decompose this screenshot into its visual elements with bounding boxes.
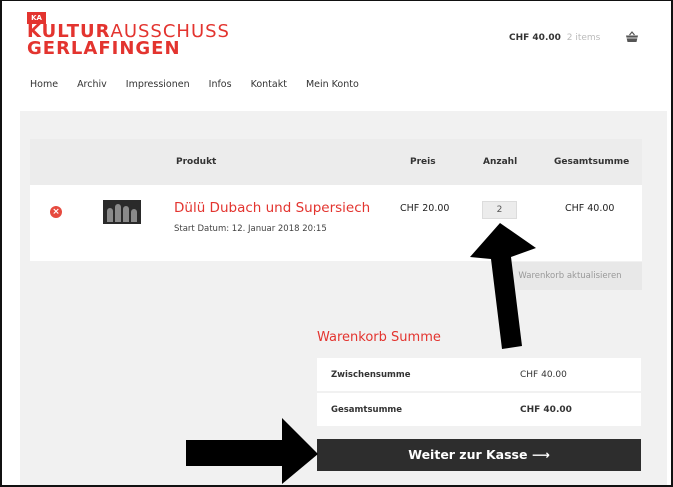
arrow-up-icon [470,223,536,349]
annotation-arrows [186,223,536,484]
arrow-right-icon [186,418,318,484]
